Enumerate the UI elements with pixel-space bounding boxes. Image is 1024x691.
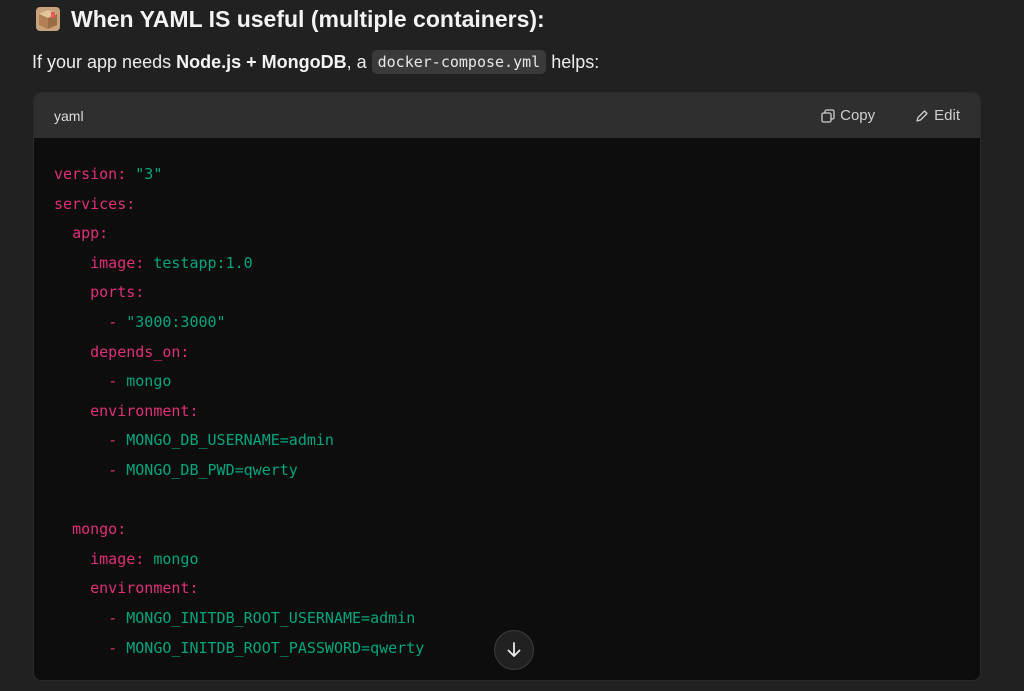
copy-label: Copy	[840, 107, 876, 124]
code-line: services:	[54, 190, 960, 220]
code-line: - mongo	[54, 367, 960, 397]
yaml-value: mongo	[126, 372, 172, 391]
yaml-key: -	[108, 372, 127, 391]
code-line: ports:	[54, 278, 960, 308]
scroll-down-button[interactable]	[494, 630, 534, 670]
arrow-down-icon	[507, 642, 521, 657]
intro-bold: Node.js + MongoDB	[176, 51, 347, 72]
yaml-value: mongo	[144, 549, 199, 568]
yaml-key: services:	[54, 194, 136, 213]
yaml-value: testapp:1.0	[144, 253, 253, 272]
code-line: version: "3"	[54, 160, 960, 190]
yaml-key: image:	[90, 253, 145, 272]
intro-paragraph: If your app needs Node.js + MongoDB , a …	[32, 50, 599, 74]
yaml-key: mongo:	[72, 520, 127, 539]
code-line: app:	[54, 219, 960, 249]
code-line: - MONGO_DB_USERNAME=admin	[54, 426, 960, 456]
edit-button[interactable]: Edit	[915, 107, 960, 124]
intro-prefix: If your app needs	[32, 51, 177, 72]
section-heading: When YAML IS useful (multiple containers…	[35, 2, 545, 36]
yaml-key: version:	[54, 165, 127, 183]
code-line: environment:	[54, 397, 960, 427]
yaml-key: -	[108, 431, 127, 450]
edit-label: Edit	[934, 107, 960, 124]
code-line: image: mongo	[54, 545, 960, 575]
package-box-icon	[36, 7, 60, 31]
code-language-label: yaml	[54, 107, 84, 124]
code-block: yaml Copy Edit version: "3" services: app…	[33, 92, 981, 681]
code-line: mongo:	[54, 515, 960, 545]
intro-suffix: helps:	[546, 51, 600, 72]
yaml-value: MONGO_INITDB_ROOT_PASSWORD=qwerty	[126, 638, 425, 657]
yaml-value: MONGO_DB_PWD=qwerty	[126, 460, 298, 479]
yaml-key: ports:	[90, 283, 145, 302]
code-line: image: testapp:1.0	[54, 249, 960, 279]
copy-icon	[821, 108, 835, 123]
code-block-header: yaml Copy Edit	[34, 93, 980, 138]
yaml-key: -	[108, 638, 127, 657]
code-line: - MONGO_DB_PWD=qwerty	[54, 456, 960, 486]
yaml-key: app:	[72, 224, 109, 243]
pencil-icon	[916, 109, 928, 122]
yaml-value: "3000:3000"	[126, 312, 226, 331]
copy-button[interactable]: Copy	[821, 107, 875, 124]
code-line: - MONGO_INITDB_ROOT_USERNAME=admin	[54, 604, 960, 634]
inline-code-filename: docker-compose.yml	[371, 50, 547, 74]
code-body: version: "3" services: app: image: testap…	[34, 138, 980, 663]
code-line: environment:	[54, 574, 960, 604]
code-line: - "3000:3000"	[54, 308, 960, 338]
yaml-key: environment:	[90, 579, 199, 598]
yaml-value: "3"	[126, 165, 163, 183]
yaml-value: MONGO_INITDB_ROOT_USERNAME=admin	[126, 608, 416, 627]
yaml-key: -	[108, 312, 127, 331]
yaml-value: MONGO_DB_USERNAME=admin	[126, 431, 334, 450]
heading-text: When YAML IS useful (multiple containers…	[71, 5, 545, 32]
yaml-key: -	[108, 460, 127, 479]
yaml-key: -	[108, 608, 127, 627]
code-line: depends_on:	[54, 338, 960, 368]
yaml-key: environment:	[90, 401, 199, 420]
yaml-key: depends_on:	[90, 342, 190, 361]
intro-middle: , a	[346, 51, 372, 72]
yaml-key: image:	[90, 549, 145, 568]
